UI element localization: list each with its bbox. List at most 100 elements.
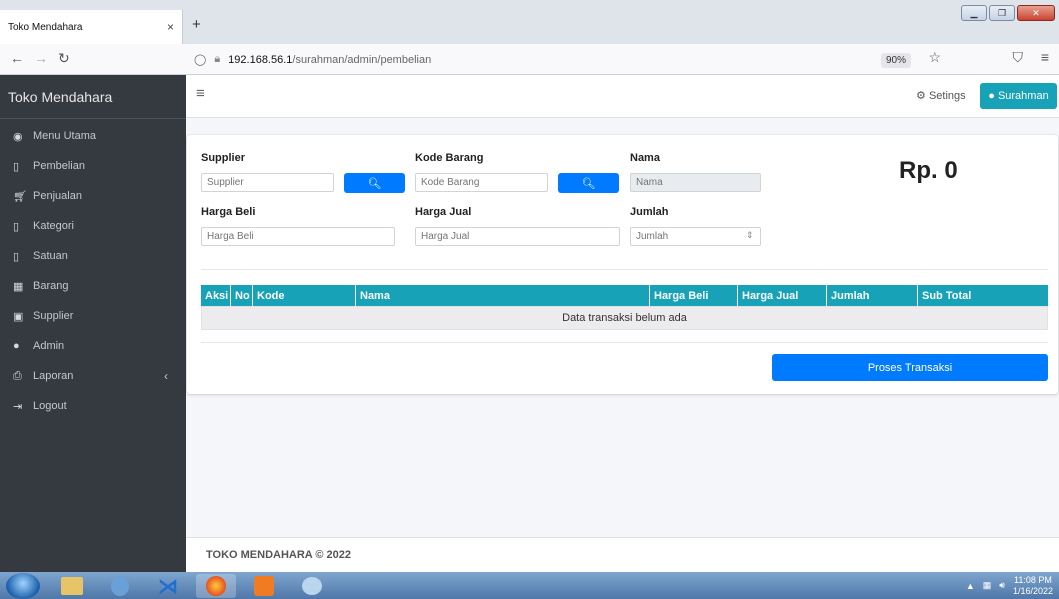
gear-icon: ⚙ [916, 90, 926, 102]
shield-icon[interactable]: ◯ [194, 53, 206, 66]
reload-icon[interactable]: ↻ [58, 50, 70, 67]
empty-table-message: Data transaksi belum ada [201, 306, 1048, 330]
clock[interactable]: 11:08 PM 1/16/2022 [1013, 575, 1053, 597]
column-header: Kode [253, 285, 356, 306]
search-icon: 🔍︎ [581, 177, 596, 190]
sidebar-item-kategori[interactable]: ▯ Kategori [0, 211, 186, 241]
tab-title: Toko Mendahara [8, 21, 83, 33]
url-bar[interactable]: ◯ 🔒︎ 192.168.56.1/surahman/admin/pembeli… [186, 48, 1001, 71]
browser-nav-bar: ← → ↻ ◯ 🔒︎ 192.168.56.1/surahman/admin/p… [0, 44, 1059, 75]
sidebar-item-supplier[interactable]: ▣ Supplier [0, 301, 186, 331]
menu-icon[interactable]: ≡ [1041, 49, 1049, 65]
harga-beli-label: Harga Beli [201, 206, 256, 218]
clock-date: 1/16/2022 [1012, 585, 1053, 596]
column-header: Harga Beli [650, 285, 738, 306]
harga-beli-input[interactable] [201, 227, 395, 246]
kode-barang-input[interactable] [415, 173, 548, 192]
divider [201, 342, 1048, 343]
sidebar-item-logout[interactable]: ⇥ Logout [0, 391, 186, 421]
supplier-search-button[interactable]: 🔍︎ [344, 173, 405, 193]
column-header: Sub Total [922, 289, 972, 302]
harga-jual-label: Harga Jual [415, 206, 472, 218]
supplier-input[interactable] [201, 173, 334, 192]
total-amount: Rp. 0 [899, 157, 958, 184]
sidebar-item-label: Satuan [33, 250, 68, 262]
nama-label: Nama [630, 152, 660, 164]
url-host: 192.168.56.1 [228, 53, 293, 66]
forward-icon[interactable]: → [34, 50, 48, 66]
file-icon: ▯ [13, 250, 20, 263]
close-tab-icon[interactable]: × [167, 20, 174, 34]
column-header: Aksi [201, 285, 231, 306]
brand-link[interactable]: Toko Mendahara [0, 75, 186, 119]
back-icon[interactable]: ← [10, 50, 24, 66]
browser-tab[interactable]: Toko Mendahara × [0, 10, 183, 44]
sidebar-item-satuan[interactable]: ▯ Satuan [0, 241, 186, 271]
column-header: Harga Jual [738, 285, 827, 306]
volume-icon[interactable]: 🔊︎ [999, 580, 1005, 591]
lock-icon[interactable]: 🔒︎ [214, 53, 220, 66]
app-header: ≡ ⚙ Setings ● Surahman [186, 75, 1059, 118]
jumlah-input[interactable] [630, 227, 761, 246]
page-footer: TOKO MENDAHARA © 2022 [186, 537, 1059, 572]
harga-jual-input[interactable] [415, 227, 620, 246]
os-taskbar: ⋊ ▲ ▦ 🔊︎ 11:08 PM 1/16/2022 [0, 572, 1059, 599]
supplier-label: Supplier [201, 152, 246, 164]
bookmark-star-icon[interactable]: ☆ [928, 49, 941, 66]
sidebar-item-menu-utama[interactable]: ◉ Menu Utama [0, 121, 186, 151]
sidebar-item-barang[interactable]: ▦ Barang [0, 271, 186, 301]
settings-label: Setings [928, 90, 966, 102]
network-icon[interactable]: ▦ [983, 580, 992, 591]
sidebar-item-label: Barang [33, 280, 69, 292]
file-icon: ▯ [13, 220, 20, 233]
id-card-icon: ▣ [13, 310, 24, 323]
transaction-table: Aksi No Kode Nama Harga Beli Harga Jual … [201, 285, 1048, 330]
url-path: /surahman/admin/pembelian [292, 53, 432, 66]
sidebar-item-label: Pembelian [33, 160, 85, 172]
sidebar-item-label: Admin [33, 340, 65, 352]
divider [201, 269, 1048, 270]
table-header: Aksi No Kode Nama Harga Beli Harga Jual … [201, 285, 1048, 306]
window-controls: ▁ ❐ ✕ [961, 5, 1055, 21]
kode-search-button[interactable]: 🔍︎ [558, 173, 619, 193]
sidebar-item-penjualan[interactable]: 🛒︎ Penjualan [0, 181, 186, 211]
sidebar-item-label: Penjualan [33, 190, 82, 202]
jumlah-label: Jumlah [630, 206, 669, 218]
browser-tab-bar: Toko Mendahara × + ▁ ❐ ✕ [0, 0, 1059, 44]
sidebar-item-laporan[interactable]: ⎙ Laporan ‹ [0, 361, 186, 391]
print-icon: ⎙ [13, 369, 22, 382]
new-tab-button[interactable]: + [192, 16, 201, 33]
spinner-icon[interactable]: ⇕ [746, 230, 754, 241]
user-icon: ● [988, 90, 995, 102]
window-close-button[interactable]: ✕ [1017, 5, 1055, 21]
proses-transaksi-button[interactable]: Proses Transaksi [772, 354, 1048, 381]
maximize-button[interactable]: ❐ [989, 5, 1015, 21]
user-button[interactable]: ● Surahman [980, 83, 1057, 109]
settings-link[interactable]: ⚙ Setings [916, 89, 966, 102]
dashboard-icon: ◉ [13, 130, 23, 143]
sidebar-item-admin[interactable]: ● Admin [0, 331, 186, 361]
sidebar-item-label: Menu Utama [33, 130, 96, 142]
paint-icon[interactable] [292, 574, 332, 598]
nama-input [630, 173, 761, 192]
vscode-icon[interactable]: ⋊ [148, 574, 188, 598]
user-label: Surahman [997, 90, 1049, 102]
clock-time: 11:08 PM [1014, 574, 1052, 585]
app-icon[interactable] [100, 574, 140, 598]
xampp-icon[interactable] [244, 574, 284, 598]
hamburger-icon[interactable]: ≡ [196, 85, 205, 102]
show-hidden-icons-icon[interactable]: ▲ [966, 581, 975, 591]
zoom-indicator[interactable]: 90% [880, 53, 911, 68]
start-button[interactable] [6, 573, 40, 599]
minimize-button[interactable]: ▁ [961, 5, 987, 21]
pocket-icon[interactable]: ⛉ [1013, 49, 1024, 66]
sidebar-item-label: Laporan [33, 370, 74, 382]
column-header: No [231, 285, 253, 306]
sidebar-item-pembelian[interactable]: ▯ Pembelian [0, 151, 186, 181]
explorer-icon[interactable] [52, 574, 92, 598]
chevron-left-icon: ‹ [164, 369, 168, 383]
firefox-icon[interactable] [196, 574, 236, 598]
sign-out-icon: ⇥ [13, 400, 23, 413]
search-icon: 🔍︎ [367, 177, 382, 190]
sidebar-item-label: Supplier [33, 310, 74, 322]
